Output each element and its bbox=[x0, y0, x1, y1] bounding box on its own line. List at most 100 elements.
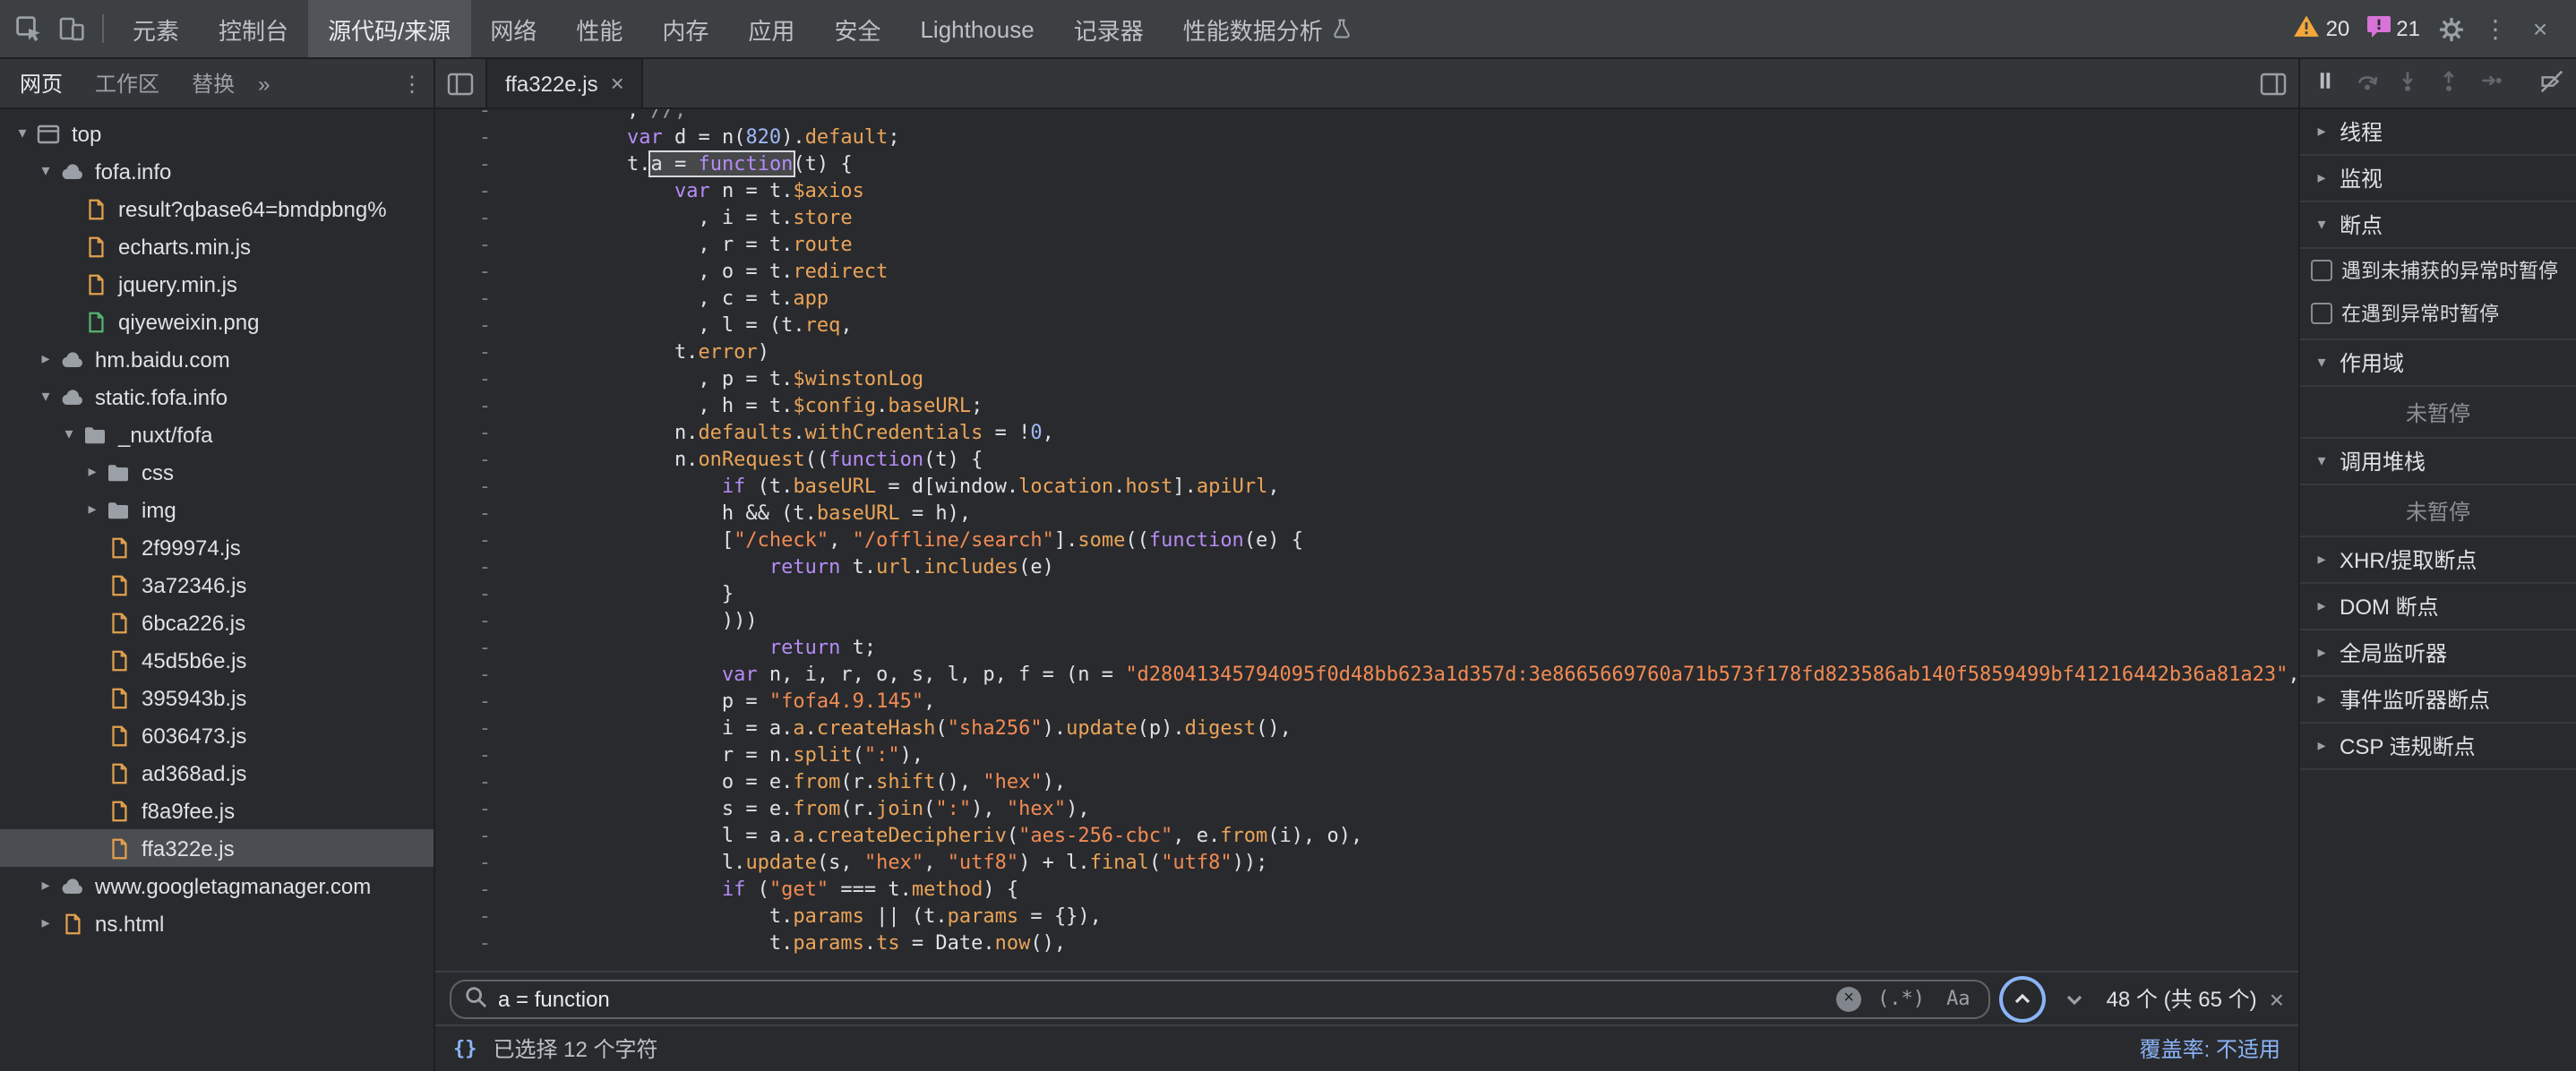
line-marker[interactable]: - bbox=[435, 849, 514, 876]
tree-item-6036473-js[interactable]: 6036473.js bbox=[0, 716, 434, 754]
tree-item-fofa-info[interactable]: ▾fofa.info bbox=[0, 152, 434, 190]
regex-toggle-icon[interactable]: (.*) bbox=[1872, 987, 1930, 1010]
collapsed-chevron-icon[interactable]: ▸ bbox=[81, 462, 104, 482]
collapsed-chevron-icon[interactable]: ▸ bbox=[34, 349, 57, 369]
tree-item-ns-html[interactable]: ▸ns.html bbox=[0, 904, 434, 942]
tree-item-2f99974-js[interactable]: 2f99974.js bbox=[0, 528, 434, 566]
clear-search-icon[interactable]: × bbox=[1836, 986, 1861, 1011]
section-header-watch[interactable]: ▸监视 bbox=[2300, 156, 2576, 202]
tree-item-css[interactable]: ▸css bbox=[0, 453, 434, 491]
tab-lighthouse[interactable]: Lighthouse bbox=[900, 0, 1053, 57]
more-tabs-icon[interactable]: » bbox=[251, 71, 277, 96]
checkbox-icon[interactable] bbox=[2311, 260, 2332, 281]
issues-badge[interactable]: 21 bbox=[2358, 14, 2427, 43]
step-over-button[interactable] bbox=[2347, 62, 2386, 105]
tree-item-6bca226-js[interactable]: 6bca226.js bbox=[0, 604, 434, 641]
collapsed-chevron-icon[interactable]: ▸ bbox=[34, 913, 57, 933]
line-marker[interactable]: - bbox=[435, 446, 514, 473]
line-marker[interactable]: - bbox=[435, 634, 514, 661]
line-marker[interactable]: - bbox=[435, 204, 514, 231]
line-marker[interactable]: - bbox=[435, 124, 514, 150]
line-marker[interactable]: - bbox=[435, 231, 514, 258]
close-tab-icon[interactable]: × bbox=[611, 70, 624, 97]
tree-item-static-fofa-info[interactable]: ▾static.fofa.info bbox=[0, 378, 434, 416]
line-marker[interactable]: - bbox=[435, 741, 514, 768]
tree-item-3a72346-js[interactable]: 3a72346.js bbox=[0, 566, 434, 604]
line-marker[interactable]: - bbox=[435, 500, 514, 527]
pause-script-button[interactable] bbox=[2306, 62, 2345, 105]
device-toolbar-icon[interactable] bbox=[50, 5, 93, 52]
section-header-global-listeners[interactable]: ▸全局监听器 bbox=[2300, 630, 2576, 677]
line-marker[interactable]: - bbox=[435, 930, 514, 956]
warnings-badge[interactable]: 20 bbox=[2287, 14, 2357, 43]
search-input[interactable]: a = function × (.*) Aa bbox=[450, 979, 1990, 1018]
line-marker[interactable]: - bbox=[435, 150, 514, 177]
tab-recorder[interactable]: 记录器 bbox=[1054, 0, 1163, 57]
line-marker[interactable]: - bbox=[435, 527, 514, 553]
settings-gear-icon[interactable] bbox=[2429, 5, 2472, 52]
line-marker[interactable]: - bbox=[435, 177, 514, 204]
section-header-event-listener-breakpoints[interactable]: ▸事件监听器断点 bbox=[2300, 677, 2576, 724]
expanded-chevron-icon[interactable]: ▾ bbox=[11, 124, 34, 143]
checkbox-pause-on-uncaught-exceptions[interactable]: 遇到未捕获的异常时暂停 bbox=[2300, 249, 2576, 292]
tree-item-395943b-js[interactable]: 395943b.js bbox=[0, 679, 434, 716]
line-marker[interactable]: - bbox=[435, 338, 514, 365]
section-header-threads[interactable]: ▸线程 bbox=[2300, 109, 2576, 156]
file-tab-ffa322e[interactable]: ffa322e.js × bbox=[485, 59, 644, 107]
toggle-navigator-icon[interactable] bbox=[435, 59, 485, 107]
tree-item-hm-baidu-com[interactable]: ▸hm.baidu.com bbox=[0, 340, 434, 378]
tree-item-top[interactable]: ▾top bbox=[0, 115, 434, 152]
line-marker[interactable]: - bbox=[435, 258, 514, 285]
navigator-tab-overrides[interactable]: 替换 bbox=[176, 59, 251, 107]
section-header-dom-breakpoints[interactable]: ▸DOM 断点 bbox=[2300, 584, 2576, 630]
tree-item-f8a9fee-js[interactable]: f8a9fee.js bbox=[0, 792, 434, 829]
line-marker[interactable]: - bbox=[435, 876, 514, 903]
close-search-icon[interactable]: × bbox=[2270, 984, 2284, 1013]
tab-security[interactable]: 安全 bbox=[814, 0, 900, 57]
next-match-button[interactable] bbox=[2055, 979, 2094, 1018]
expanded-chevron-icon[interactable]: ▾ bbox=[34, 161, 57, 181]
line-marker[interactable]: - bbox=[435, 285, 514, 312]
tab-performance-insights[interactable]: 性能数据分析 bbox=[1163, 0, 1373, 57]
section-header-call-stack[interactable]: ▾调用堆栈 bbox=[2300, 439, 2576, 485]
line-marker[interactable]: - bbox=[435, 312, 514, 338]
pretty-print-icon[interactable]: {} bbox=[453, 1037, 477, 1060]
kebab-menu-icon[interactable]: ⋮ bbox=[2474, 5, 2517, 52]
deactivate-breakpoints-button[interactable] bbox=[2531, 62, 2571, 105]
toggle-debugger-panel-icon[interactable] bbox=[2248, 59, 2298, 107]
step-button[interactable] bbox=[2470, 62, 2510, 105]
checkbox-pause-on-caught-exceptions[interactable]: 在遇到异常时暂停 bbox=[2300, 292, 2576, 335]
tree-item-ad368ad-js[interactable]: ad368ad.js bbox=[0, 754, 434, 792]
line-marker[interactable]: - bbox=[435, 903, 514, 930]
line-marker[interactable]: - bbox=[435, 553, 514, 580]
line-marker[interactable]: - bbox=[435, 715, 514, 741]
tab-memory[interactable]: 内存 bbox=[642, 0, 728, 57]
line-marker[interactable]: - bbox=[435, 607, 514, 634]
tree-item-result-qbase64-bmdpbng[interactable]: result?qbase64=bmdpbng% bbox=[0, 190, 434, 227]
step-out-button[interactable] bbox=[2429, 62, 2469, 105]
line-marker[interactable]: - bbox=[435, 580, 514, 607]
tree-item-jquery-min-js[interactable]: jquery.min.js bbox=[0, 265, 434, 303]
expanded-chevron-icon[interactable]: ▾ bbox=[57, 424, 81, 444]
tree-item-www-googletagmanager-com[interactable]: ▸www.googletagmanager.com bbox=[0, 867, 434, 904]
expanded-chevron-icon[interactable]: ▾ bbox=[34, 387, 57, 407]
section-header-xhr-fetch-breakpoints[interactable]: ▸XHR/提取断点 bbox=[2300, 537, 2576, 584]
inspect-element-icon[interactable] bbox=[7, 5, 50, 52]
section-header-breakpoints[interactable]: ▾断点 bbox=[2300, 202, 2576, 249]
line-marker[interactable]: - bbox=[435, 768, 514, 795]
line-marker[interactable]: - bbox=[435, 365, 514, 392]
collapsed-chevron-icon[interactable]: ▸ bbox=[81, 500, 104, 519]
tree-item-echarts-min-js[interactable]: echarts.min.js bbox=[0, 227, 434, 265]
coverage-link[interactable]: 覆盖率: 不适用 bbox=[2140, 1033, 2280, 1064]
line-marker[interactable]: - bbox=[435, 109, 514, 124]
previous-match-button[interactable] bbox=[2003, 979, 2042, 1018]
tab-console[interactable]: 控制台 bbox=[199, 0, 308, 57]
section-header-csp-violation-breakpoints[interactable]: ▸CSP 违规断点 bbox=[2300, 724, 2576, 770]
navigator-tab-workspace[interactable]: 工作区 bbox=[79, 59, 176, 107]
line-marker[interactable]: - bbox=[435, 795, 514, 822]
line-marker[interactable]: - bbox=[435, 822, 514, 849]
tree-item-qiyeweixin-png[interactable]: qiyeweixin.png bbox=[0, 303, 434, 340]
tree-item-45d5b6e-js[interactable]: 45d5b6e.js bbox=[0, 641, 434, 679]
navigator-tab-page[interactable]: 网页 bbox=[4, 59, 79, 107]
tab-elements[interactable]: 元素 bbox=[113, 0, 199, 57]
